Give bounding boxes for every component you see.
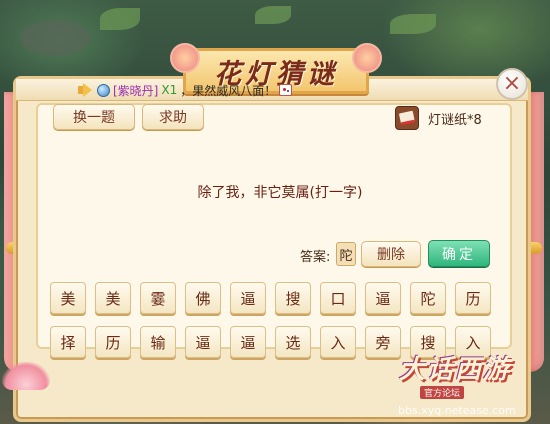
horn-icon [78, 83, 94, 97]
globe-icon [97, 83, 110, 97]
announcement-player-name: [紫晓丹] [113, 83, 159, 98]
answer-label: 答案: [300, 250, 331, 265]
lotus-decoration [2, 362, 50, 390]
char-tile[interactable]: 逼 [230, 282, 266, 314]
riddle-paper-count: 灯谜纸*8 [428, 113, 482, 128]
dice-icon [279, 84, 293, 96]
bg-leaf [255, 6, 291, 24]
char-tile[interactable]: 口 [320, 282, 356, 314]
char-tile[interactable]: 逼 [230, 326, 266, 358]
char-tile[interactable]: 陀 [410, 282, 446, 314]
char-tile[interactable]: 搜 [275, 282, 311, 314]
watermark-subtitle: 官方论坛 [420, 386, 465, 399]
riddle-text: 除了我，非它莫属(打一字) [197, 185, 363, 201]
char-tile[interactable]: 历 [95, 326, 131, 358]
bg-leaf [100, 8, 140, 30]
close-button[interactable]: × [496, 68, 528, 100]
char-tile[interactable]: 霎 [140, 282, 176, 314]
answer-slot[interactable]: 陀 [336, 242, 356, 266]
char-tile[interactable]: 逼 [365, 282, 401, 314]
bg-leaf [390, 14, 436, 34]
char-tile[interactable]: 美 [50, 282, 86, 314]
char-tile[interactable]: 输 [140, 326, 176, 358]
help-button[interactable]: 求助 [142, 104, 204, 130]
bg-rock [20, 20, 90, 56]
char-tile[interactable]: 择 [50, 326, 86, 358]
char-tile[interactable]: 逼 [185, 326, 221, 358]
riddle-paper-icon [395, 106, 419, 130]
char-tile[interactable]: 选 [275, 326, 311, 358]
watermark-logo: 大话西游 [398, 354, 511, 385]
char-tile[interactable]: 历 [455, 282, 491, 314]
char-tile[interactable]: 佛 [185, 282, 221, 314]
confirm-button[interactable]: 确定 [428, 240, 490, 267]
delete-button[interactable]: 删除 [361, 241, 421, 267]
char-tile[interactable]: 入 [320, 326, 356, 358]
char-tile[interactable]: 美 [95, 282, 131, 314]
announcement-count: X1 [161, 83, 178, 97]
change-question-button[interactable]: 换一题 [53, 104, 135, 130]
close-icon: × [502, 71, 522, 96]
announcement: [紫晓丹] X1 ，果然威风八面！ [78, 80, 293, 100]
watermark-url: bbs.xyq.netease.com [398, 404, 516, 417]
announcement-message: ，果然威风八面！ [180, 83, 277, 98]
